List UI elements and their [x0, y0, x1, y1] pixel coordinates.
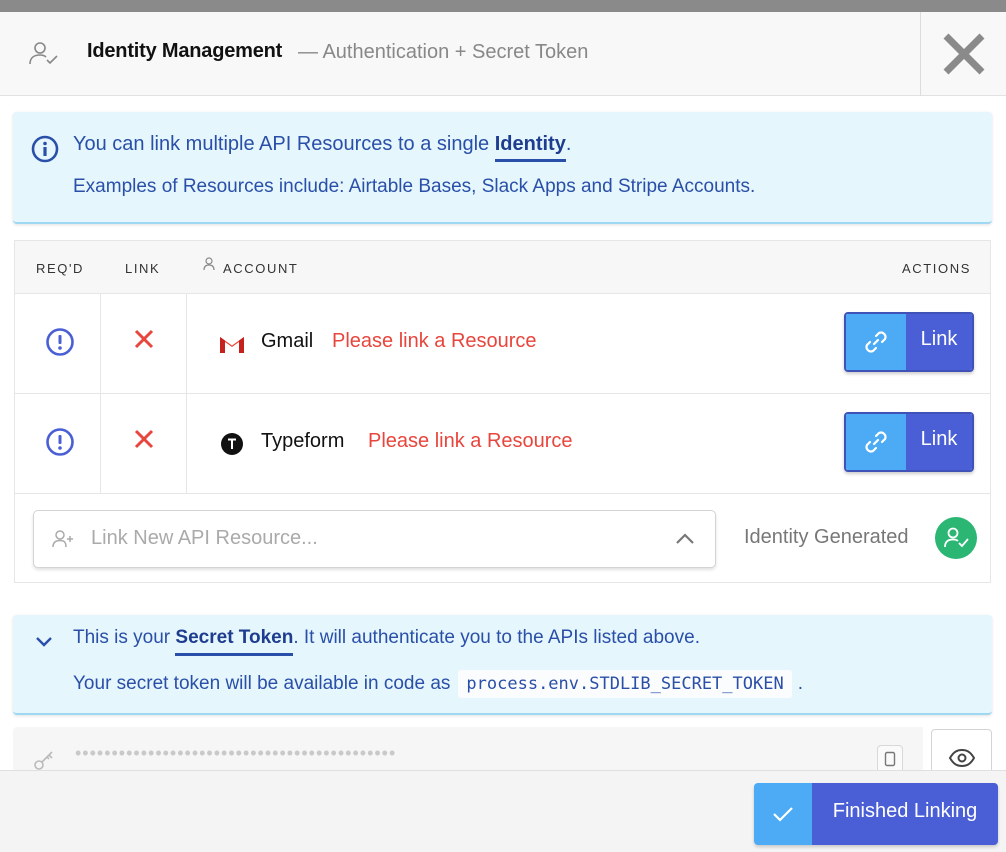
info-icon — [31, 135, 59, 163]
link-new-resource-placeholder: Link New API Resource... — [91, 527, 318, 549]
identity-generated-label: Identity Generated — [744, 526, 909, 548]
column-link: LINK — [125, 261, 161, 276]
info-text: You can link multiple API Resources to a… — [73, 133, 495, 155]
secret-env-var-code: process.env.STDLIB_SECRET_TOKEN — [458, 670, 792, 698]
table-header: REQ'D LINK ACCOUNT ACTIONS — [15, 241, 990, 294]
link-icon-wrap — [846, 314, 906, 370]
column-account: ACCOUNT — [223, 261, 299, 276]
unlinked-x-icon — [134, 429, 154, 449]
secret-line-2: Your secret token will be available in c… — [73, 670, 803, 698]
modal-footer: Finished Linking — [0, 770, 1006, 852]
secret-text-2: Your secret token will be available in c… — [73, 673, 451, 694]
resources-table: REQ'D LINK ACCOUNT ACTIONS Gmail Please … — [14, 240, 991, 583]
account-name: Gmail — [261, 330, 314, 352]
gmail-icon — [220, 337, 244, 353]
account-name: Typeform — [261, 430, 345, 452]
link-gmail-button[interactable]: Link — [844, 312, 974, 372]
link-status-cell — [101, 294, 187, 393]
unlinked-x-icon — [134, 329, 154, 349]
user-check-icon — [29, 42, 58, 65]
close-icon — [943, 33, 984, 75]
identity-modal: Identity Management — Authentication + S… — [0, 12, 1006, 852]
table-row: Typeform Please link a Resource Link — [15, 394, 990, 494]
identity-info-box: You can link multiple API Resources to a… — [13, 112, 992, 224]
masked-secret-token: ••••••••••••••••••••••••••••••••••••••••… — [75, 743, 397, 763]
link-icon-wrap — [846, 414, 906, 470]
key-icon — [34, 751, 53, 770]
eye-icon — [948, 748, 975, 768]
link-status-message: Please link a Resource — [332, 330, 537, 352]
identity-link[interactable]: Identity — [494, 133, 566, 162]
table-row: Gmail Please link a Resource Link — [15, 294, 990, 394]
info-line-2: Examples of Resources include: Airtable … — [73, 176, 756, 197]
column-required: REQ'D — [36, 261, 85, 276]
identity-generated-badge — [935, 517, 977, 559]
add-user-icon — [52, 530, 73, 548]
typeform-icon — [221, 433, 243, 455]
link-status-message: Please link a Resource — [368, 430, 573, 452]
account-icon — [203, 257, 215, 271]
link-new-resource-select[interactable]: Link New API Resource... — [33, 510, 716, 568]
column-actions: ACTIONS — [902, 261, 971, 276]
link-status-cell — [101, 394, 187, 493]
finished-linking-label: Finished Linking — [812, 783, 998, 845]
link-button-label: Link — [906, 314, 972, 370]
secret-text: This is your — [73, 627, 176, 648]
secret-line-1: This is your Secret Token. It will authe… — [73, 627, 700, 656]
user-check-icon — [944, 527, 969, 548]
required-alert-icon — [46, 428, 74, 456]
link-icon — [865, 331, 887, 353]
finished-linking-button[interactable]: Finished Linking — [754, 783, 998, 845]
secret-text-end: . It will authenticate you to the APIs l… — [293, 627, 700, 648]
checkmark-icon — [773, 807, 793, 822]
link-button-label: Link — [906, 414, 972, 470]
chevron-up-icon — [676, 533, 694, 544]
secret-text-2-end: . — [797, 673, 803, 694]
modal-header: Identity Management — Authentication + S… — [0, 12, 1006, 96]
required-alert-icon — [46, 328, 74, 356]
required-cell — [15, 394, 101, 493]
finish-icon-wrap — [754, 783, 812, 845]
secret-token-info-box: This is your Secret Token. It will authe… — [13, 615, 992, 715]
copy-token-button[interactable] — [877, 745, 903, 773]
info-line-1: You can link multiple API Resources to a… — [73, 133, 572, 162]
chevron-down-icon[interactable] — [35, 635, 53, 647]
close-button[interactable] — [920, 12, 1006, 96]
modal-title: Identity Management — [87, 40, 283, 62]
info-text-end: . — [565, 133, 572, 155]
add-resource-row: Link New API Resource... Identity Genera… — [15, 494, 990, 582]
copy-icon — [884, 751, 896, 767]
required-cell — [15, 294, 101, 393]
link-typeform-button[interactable]: Link — [844, 412, 974, 472]
modal-subtitle: — Authentication + Secret Token — [298, 41, 589, 63]
link-icon — [865, 431, 887, 453]
secret-token-link[interactable]: Secret Token — [175, 627, 294, 656]
